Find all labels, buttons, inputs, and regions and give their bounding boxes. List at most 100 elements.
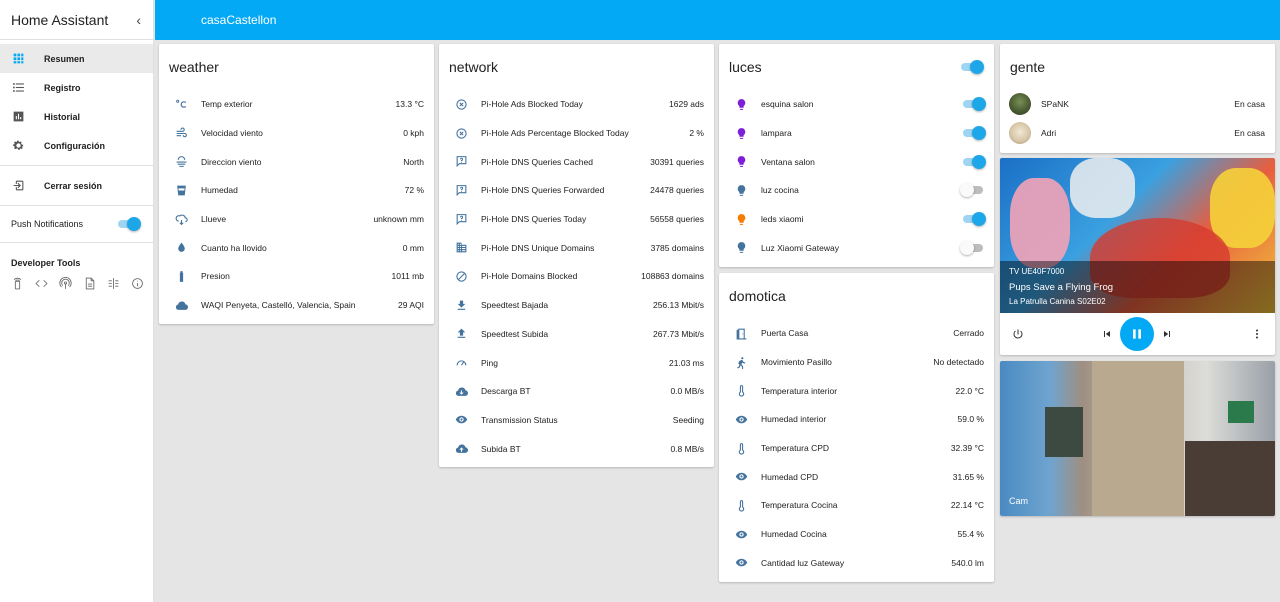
entity-name: Cantidad luz Gateway: [761, 557, 845, 568]
entity-name: Humedad: [201, 185, 238, 196]
entity-row[interactable]: Temperatura interior 22.0 °C: [719, 376, 994, 405]
previous-track-icon[interactable]: [1101, 328, 1113, 340]
entity-row[interactable]: Ping 21.03 ms: [439, 348, 714, 377]
entity-row[interactable]: Cantidad luz Gateway 540.0 lm: [719, 549, 994, 578]
door-closed-icon: [733, 325, 749, 341]
logout-icon: [11, 179, 25, 193]
light-toggle[interactable]: [960, 240, 984, 255]
entity-value: 32.39 °C: [950, 443, 984, 454]
entity-row[interactable]: Pi-Hole DNS Unique Domains 3785 domains: [439, 233, 714, 262]
info-icon[interactable]: [130, 276, 145, 291]
entity-value: 267.73 Mbit/s: [652, 328, 704, 339]
states-icon[interactable]: [106, 276, 121, 291]
entity-row[interactable]: Direccion viento North: [159, 147, 434, 176]
entity-row[interactable]: Cuanto ha llovido 0 mm: [159, 233, 434, 262]
card-header: weather: [159, 44, 434, 90]
entity-row[interactable]: Humedad Cocina 55.4 %: [719, 520, 994, 549]
more-vertical-icon[interactable]: [1251, 328, 1263, 340]
entity-row[interactable]: Pi-Hole Domains Blocked 108863 domains: [439, 262, 714, 291]
entity-row[interactable]: Humedad interior 59.0 %: [719, 405, 994, 434]
light-row[interactable]: Luz Xiaomi Gateway: [719, 233, 994, 262]
eye-icon: [733, 555, 749, 571]
light-toggle[interactable]: [962, 126, 986, 141]
eye-icon: [733, 469, 749, 485]
entity-name: Subida BT: [481, 443, 521, 454]
camera-card[interactable]: Cam: [1000, 361, 1275, 516]
light-toggle[interactable]: [960, 183, 984, 198]
lightbulb-icon: [733, 154, 749, 170]
entity-name: Pi-Hole Domains Blocked: [481, 271, 578, 282]
chevron-left-icon[interactable]: ‹: [136, 12, 141, 28]
entity-value: 0.0 MB/s: [670, 386, 704, 397]
entity-row[interactable]: Presion 1011 mb: [159, 262, 434, 291]
code-icon[interactable]: [34, 276, 49, 291]
entity-row[interactable]: Pi-Hole DNS Queries Today 56558 queries: [439, 205, 714, 234]
entity-name: Pi-Hole Ads Blocked Today: [481, 99, 583, 110]
entity-row[interactable]: Pi-Hole Ads Percentage Blocked Today 2 %: [439, 119, 714, 148]
entity-name: Humedad CPD: [761, 471, 819, 482]
sidebar-item-resumen[interactable]: Resumen: [0, 44, 153, 73]
light-toggle[interactable]: [962, 154, 986, 169]
entity-row[interactable]: Pi-Hole Ads Blocked Today 1629 ads: [439, 90, 714, 119]
entity-value: 29 AQI: [398, 300, 424, 311]
entity-row[interactable]: Humedad CPD 31.65 %: [719, 462, 994, 491]
entity-row[interactable]: Transmission Status Seeding: [439, 406, 714, 435]
entity-row[interactable]: Pi-Hole DNS Queries Cached 30391 queries: [439, 147, 714, 176]
entity-row[interactable]: Puerta Casa Cerrado: [719, 319, 994, 348]
light-row[interactable]: Ventana salon: [719, 147, 994, 176]
logout-button[interactable]: Cerrar sesión: [0, 171, 153, 200]
entity-row[interactable]: Pi-Hole DNS Queries Forwarded 24478 quer…: [439, 176, 714, 205]
broadcast-icon[interactable]: [58, 276, 73, 291]
light-row[interactable]: luz cocina: [719, 176, 994, 205]
entity-name: Direccion viento: [201, 156, 262, 167]
power-icon[interactable]: [1012, 328, 1024, 340]
pause-button[interactable]: [1120, 317, 1154, 351]
light-row[interactable]: leds xiaomi: [719, 205, 994, 234]
comment-question-icon: [453, 211, 469, 227]
entity-row[interactable]: Subida BT 0.8 MB/s: [439, 434, 714, 463]
luces-group-toggle[interactable]: [960, 60, 984, 74]
entity-row[interactable]: Temperatura CPD 32.39 °C: [719, 434, 994, 463]
entity-value: No detectado: [933, 357, 984, 368]
entity-row[interactable]: Speedtest Bajada 256.13 Mbit/s: [439, 291, 714, 320]
water-drop-icon: [173, 240, 189, 256]
file-template-icon[interactable]: [82, 276, 97, 291]
entity-row[interactable]: Descarga BT 0.0 MB/s: [439, 377, 714, 406]
sidebar-item-configuracion[interactable]: Configuración: [0, 131, 153, 160]
entity-name: Adri: [1041, 128, 1057, 139]
entity-name: Llueve: [201, 214, 227, 225]
upload-icon: [453, 326, 469, 342]
comment-question-icon: [453, 154, 469, 170]
light-row[interactable]: esquina salon: [719, 90, 994, 119]
push-notifications-toggle[interactable]: [117, 217, 141, 231]
network-card: network Pi-Hole Ads Blocked Today 1629 a…: [439, 44, 714, 467]
entity-row[interactable]: Humedad 72 %: [159, 176, 434, 205]
entity-name: Speedtest Bajada: [481, 300, 549, 311]
card-title: luces: [729, 59, 762, 75]
light-row[interactable]: lampara: [719, 119, 994, 148]
person-row[interactable]: Adri En casa: [1000, 119, 1275, 148]
entity-value: 31.65 %: [952, 471, 984, 482]
card-header: luces: [719, 44, 994, 90]
entity-row[interactable]: Velocidad viento 0 kph: [159, 119, 434, 148]
entity-value: 540.0 lm: [951, 557, 984, 568]
eye-icon: [733, 411, 749, 427]
light-toggle[interactable]: [962, 212, 986, 227]
sidebar-item-historial[interactable]: Historial: [0, 102, 153, 131]
entity-row[interactable]: Movimiento Pasillo No detectado: [719, 348, 994, 377]
card-header: network: [439, 44, 714, 90]
entity-name: Movimiento Pasillo: [761, 357, 832, 368]
entity-row[interactable]: Speedtest Subida 267.73 Mbit/s: [439, 320, 714, 349]
weather-rainy-icon: [173, 211, 189, 227]
sidebar-item-registro[interactable]: Registro: [0, 73, 153, 102]
entity-row[interactable]: Temp exterior 13.3 °C: [159, 90, 434, 119]
entity-value: 21.03 ms: [669, 357, 704, 368]
entity-row[interactable]: WAQI Penyeta, Castelló, Valencia, Spain …: [159, 291, 434, 320]
domotica-card: domotica Puerta Casa Cerrado Movimiento …: [719, 273, 994, 582]
person-row[interactable]: SPaNK En casa: [1000, 90, 1275, 119]
entity-row[interactable]: Llueve unknown mm: [159, 205, 434, 234]
entity-row[interactable]: Temperatura Cocina 22.14 °C: [719, 491, 994, 520]
next-track-icon[interactable]: [1161, 328, 1173, 340]
remote-icon[interactable]: [10, 276, 25, 291]
light-toggle[interactable]: [962, 97, 986, 112]
